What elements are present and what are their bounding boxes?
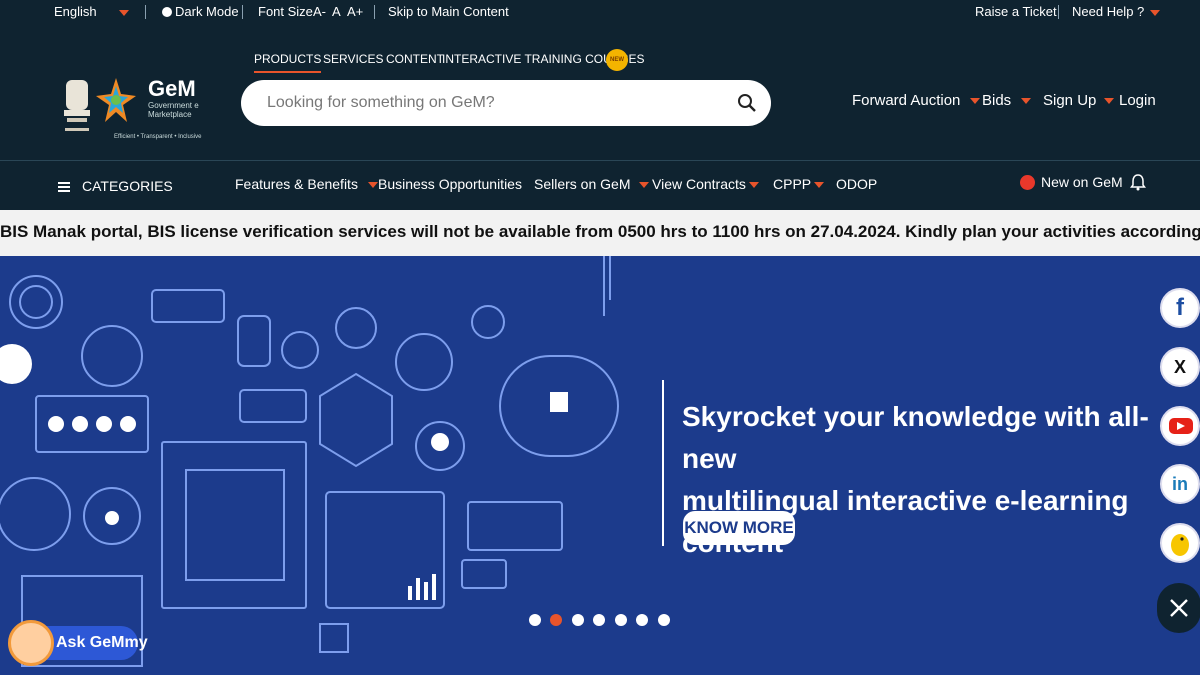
chevron-down-icon <box>1104 98 1115 105</box>
koo-link[interactable] <box>1160 523 1200 563</box>
new-badge: NEW <box>606 49 628 71</box>
chevron-down-icon <box>367 182 378 189</box>
youtube-link[interactable] <box>1160 406 1200 446</box>
divider <box>145 5 146 19</box>
chevron-down-icon <box>748 182 759 189</box>
carousel-dot[interactable] <box>572 614 584 626</box>
gem-logo[interactable]: GeM Government e Marketplace Efficient •… <box>62 68 202 140</box>
hamburger-icon <box>58 182 70 192</box>
announcement-ticker[interactable]: BIS Manak portal, BIS license verificati… <box>0 210 1200 256</box>
hero-divider <box>662 380 664 546</box>
utility-bar: English Dark Mode Font Size A- A A+ Skip… <box>0 0 1200 24</box>
x-icon: X <box>1173 357 1186 377</box>
gemmy-avatar <box>8 620 54 666</box>
forward-auction-menu[interactable]: Forward Auction <box>852 92 981 109</box>
chevron-down-icon <box>1150 9 1161 16</box>
nav-view-contracts[interactable]: View Contracts <box>652 176 759 192</box>
announcement-text: BIS Manak portal, BIS license verificati… <box>0 222 1200 241</box>
bell-icon[interactable] <box>1130 173 1146 191</box>
tab-content[interactable]: CONTENT <box>386 52 444 66</box>
skip-to-main-link[interactable]: Skip to Main Content <box>388 4 509 19</box>
chevron-down-icon <box>118 9 129 16</box>
youtube-icon <box>1162 408 1198 444</box>
national-emblem-icon <box>64 80 90 131</box>
ask-gemmy-chatbot[interactable]: Ask GeMmy <box>8 614 148 670</box>
close-icon <box>1170 599 1188 617</box>
chevron-down-icon <box>1021 98 1032 105</box>
know-more-button[interactable]: KNOW MORE <box>683 511 795 545</box>
font-size-label: Font Size <box>258 4 313 19</box>
carousel-dot[interactable] <box>615 614 627 626</box>
chevron-down-icon <box>639 182 650 189</box>
nav-cppp[interactable]: CPPP <box>773 176 825 192</box>
login-link[interactable]: Login <box>1119 92 1156 109</box>
tab-products[interactable]: PRODUCTS <box>254 52 322 73</box>
categories-menu[interactable]: CATEGORIES <box>58 178 173 194</box>
raise-ticket-link[interactable]: Raise a Ticket <box>975 4 1057 19</box>
language-select[interactable]: English <box>54 4 129 19</box>
facebook-icon: f <box>1176 294 1184 321</box>
search-icon[interactable] <box>737 93 757 113</box>
carousel-dot[interactable] <box>529 614 541 626</box>
gem-star-icon <box>96 78 136 122</box>
new-on-gem-link[interactable]: New on GeM <box>1020 174 1123 190</box>
new-badge-icon <box>1020 175 1035 190</box>
chevron-down-icon <box>814 182 825 189</box>
sign-up-menu[interactable]: Sign Up <box>1043 92 1115 109</box>
need-help-menu[interactable]: Need Help ? <box>1072 4 1161 19</box>
carousel-dot[interactable] <box>593 614 605 626</box>
tech-illustration <box>0 256 619 667</box>
chevron-down-icon <box>970 98 981 105</box>
font-increase-button[interactable]: A+ <box>347 4 363 19</box>
search-bar <box>241 80 771 126</box>
koo-icon <box>1162 525 1198 561</box>
linkedin-link[interactable]: in <box>1160 464 1200 504</box>
divider <box>1058 5 1059 19</box>
tab-services[interactable]: SERVICES <box>323 52 383 66</box>
moon-icon <box>162 7 172 17</box>
carousel-dot[interactable] <box>636 614 648 626</box>
brand-tagline: Efficient • Transparent • Inclusive <box>114 134 202 140</box>
bids-menu[interactable]: Bids <box>982 92 1032 109</box>
facebook-link[interactable]: f <box>1160 288 1200 328</box>
site-header: GeM Government e Marketplace Efficient •… <box>0 24 1200 160</box>
hero-banner: Skyrocket your knowledge with all-new mu… <box>0 256 1200 675</box>
nav-odop[interactable]: ODOP <box>836 176 877 192</box>
divider <box>374 5 375 19</box>
x-link[interactable]: X <box>1160 347 1200 387</box>
close-social-button[interactable] <box>1157 583 1200 633</box>
carousel-dot-active[interactable] <box>550 614 562 626</box>
font-reset-button[interactable]: A <box>332 4 341 19</box>
nav-features-benefits[interactable]: Features & Benefits <box>235 176 378 192</box>
nav-business-opportunities[interactable]: Business Opportunities <box>378 176 522 192</box>
brand-subtitle: Government e Marketplace <box>148 101 199 119</box>
carousel-dot[interactable] <box>658 614 670 626</box>
category-bar: CATEGORIES Features & Benefits Business … <box>0 160 1200 210</box>
nav-sellers-on-gem[interactable]: Sellers on GeM <box>534 176 650 192</box>
hero-title-line: Skyrocket your knowledge with all-new <box>682 401 1149 474</box>
dark-mode-toggle[interactable]: Dark Mode <box>162 4 239 19</box>
divider <box>242 5 243 19</box>
brand-name: GeM <box>148 76 196 101</box>
search-input[interactable] <box>267 80 717 126</box>
font-decrease-button[interactable]: A- <box>313 4 326 19</box>
linkedin-icon: in <box>1172 474 1188 494</box>
